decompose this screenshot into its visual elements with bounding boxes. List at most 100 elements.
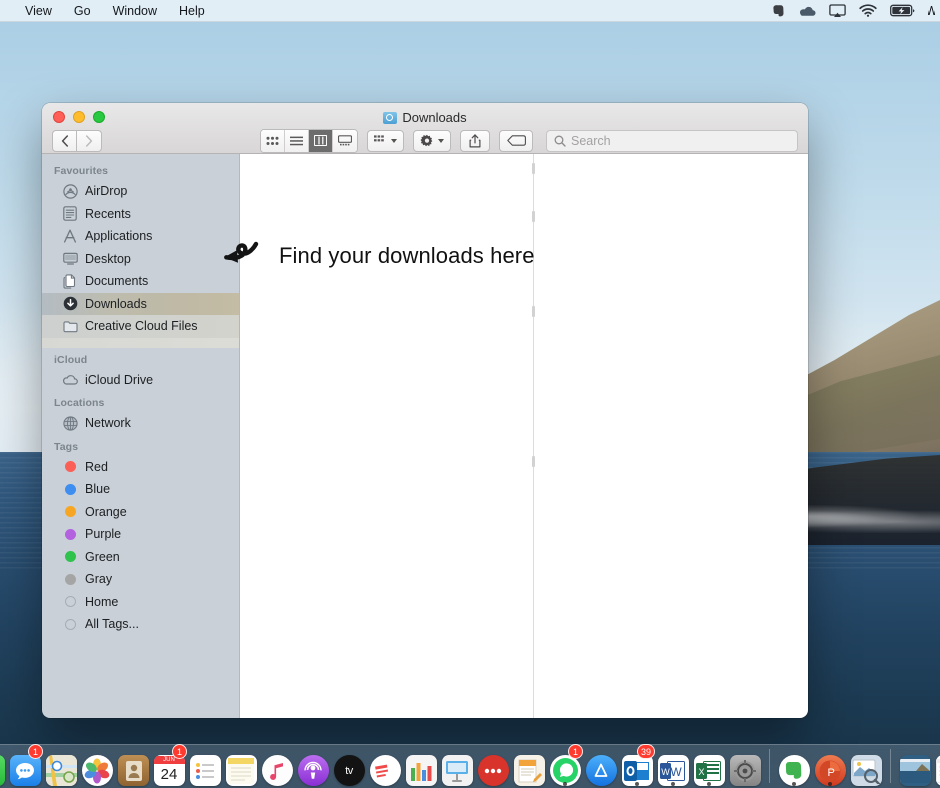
badge-count: 1 (568, 744, 583, 759)
minimize-button[interactable] (73, 111, 85, 123)
battery-charging-icon[interactable] (890, 0, 915, 22)
dock-item-facetime[interactable] (0, 746, 6, 786)
sidebar-tag-home[interactable]: Home (42, 591, 239, 614)
airdrop-icon (62, 183, 78, 199)
tag-dot-icon (62, 481, 78, 497)
sidebar-tag-gray[interactable]: Gray (42, 568, 239, 591)
sidebar-item-label: iCloud Drive (85, 372, 154, 387)
menu-item-view[interactable]: View (14, 0, 63, 22)
forward-button[interactable] (77, 129, 102, 152)
dock-item-word[interactable]: WW (656, 746, 690, 786)
dock-item-podcasts[interactable] (296, 746, 330, 786)
dock-item-minimized-desktop[interactable] (898, 746, 932, 786)
menu-item-help[interactable]: Help (168, 0, 216, 22)
dock-item-contacts[interactable] (116, 746, 150, 786)
dock-item-news[interactable] (368, 746, 402, 786)
dock-separator (890, 749, 891, 783)
wifi-icon[interactable] (859, 0, 877, 22)
calendar-icon: JUN 24 (153, 755, 185, 786)
dock-item-maps[interactable] (44, 746, 78, 786)
onedrive-cloud-icon[interactable] (798, 0, 816, 22)
dock-item-keynote[interactable] (440, 746, 474, 786)
svg-text:W: W (670, 765, 682, 779)
dock-item-podcast-red[interactable] (476, 746, 510, 786)
sidebar-item-recents[interactable]: Recents (42, 203, 239, 226)
svg-text:X: X (698, 767, 704, 777)
dock-item-outlook[interactable]: 39 (620, 744, 655, 786)
dock-item-notes[interactable] (224, 746, 258, 786)
sidebar-item-network[interactable]: Network (42, 412, 239, 435)
sidebar-tag-purple[interactable]: Purple (42, 523, 239, 546)
badge-count: 1 (172, 744, 187, 759)
dock-item-minimized-document-1[interactable] (934, 746, 940, 786)
share-button[interactable] (460, 129, 490, 152)
partial-w-icon[interactable]: W (928, 0, 935, 22)
dock-item-music[interactable] (260, 746, 294, 786)
airplay-icon[interactable] (829, 0, 846, 22)
column-resize-grip[interactable] (532, 163, 535, 174)
sidebar-tag-red[interactable]: Red (42, 456, 239, 479)
reminders-icon (189, 755, 221, 786)
sidebar-item-downloads[interactable]: Downloads (42, 292, 239, 315)
group-by-button[interactable] (367, 129, 404, 152)
sidebar-tag-blue[interactable]: Blue (42, 478, 239, 501)
sidebar-item-icloud-drive[interactable]: iCloud Drive (42, 369, 239, 392)
chevron-down-icon (391, 138, 397, 143)
sidebar-section-locations-header: Locations (54, 397, 105, 409)
sidebar-item-label: Blue (85, 482, 111, 497)
tag-dot-hollow-icon (62, 616, 78, 632)
dock-item-whatsapp[interactable]: 1 (548, 744, 583, 786)
dock-item-excel[interactable]: X (692, 746, 726, 786)
column-view-button[interactable] (309, 129, 333, 152)
gallery-view-button[interactable] (333, 129, 357, 152)
close-button[interactable] (53, 111, 65, 123)
column-resize-grip[interactable] (532, 306, 535, 317)
annotation-text: Find your downloads here (279, 243, 535, 268)
dock-item-evernote[interactable] (777, 746, 811, 786)
icon-view-button[interactable] (261, 129, 285, 152)
dock-item-pages[interactable] (512, 746, 546, 786)
sidebar-all-tags[interactable]: All Tags... (42, 613, 239, 636)
menu-item-go[interactable]: Go (63, 0, 102, 22)
dock-item-image-capture[interactable] (849, 746, 883, 786)
back-button[interactable] (52, 129, 77, 152)
sidebar-item-creative-cloud-files[interactable]: Creative Cloud Files (42, 315, 239, 338)
menu-item-window[interactable]: Window (102, 0, 168, 22)
dock-item-app-store[interactable] (584, 746, 618, 786)
evernote-menu-icon[interactable] (772, 0, 785, 22)
action-menu-button[interactable] (413, 129, 451, 152)
column-resize-grip[interactable] (532, 211, 535, 222)
dock-item-system-preferences[interactable] (728, 746, 762, 786)
dock-item-reminders[interactable] (188, 746, 222, 786)
window-title: Downloads (402, 110, 467, 125)
column-resize-grip[interactable] (532, 456, 535, 467)
tag-button[interactable] (499, 129, 533, 152)
running-indicator (792, 782, 796, 786)
recents-icon (62, 206, 78, 222)
sidebar-item-label: Gray (85, 572, 113, 587)
sidebar-item-airdrop[interactable]: AirDrop (42, 180, 239, 203)
dock-item-photos[interactable] (80, 746, 114, 786)
music-icon (261, 755, 293, 786)
photos-icon (81, 755, 113, 786)
finder-titlebar[interactable]: Downloads Search (42, 103, 808, 154)
sidebar-item-label: Home (85, 594, 119, 609)
dock-item-numbers[interactable] (404, 746, 438, 786)
documents-icon (62, 273, 78, 289)
sidebar-tag-orange[interactable]: Orange (42, 501, 239, 524)
dock-item-powerpoint[interactable]: P (813, 746, 847, 786)
search-field[interactable]: Search (546, 129, 798, 152)
dock-item-calendar[interactable]: JUN 24 1 (152, 744, 187, 786)
list-view-button[interactable] (285, 129, 309, 152)
sidebar-section-tags-header: Tags (54, 440, 79, 453)
network-globe-icon (62, 415, 78, 431)
tag-dot-hollow-icon (62, 594, 78, 610)
dock-item-messages[interactable]: 1 (8, 744, 43, 786)
svg-text:P: P (828, 767, 835, 779)
dock-item-apple-tv[interactable]: tv (332, 746, 366, 786)
search-icon (554, 135, 566, 147)
messages-icon (9, 755, 41, 786)
badge-count: 39 (636, 744, 655, 759)
sidebar-tag-green[interactable]: Green (42, 546, 239, 569)
maximize-button[interactable] (93, 111, 105, 123)
